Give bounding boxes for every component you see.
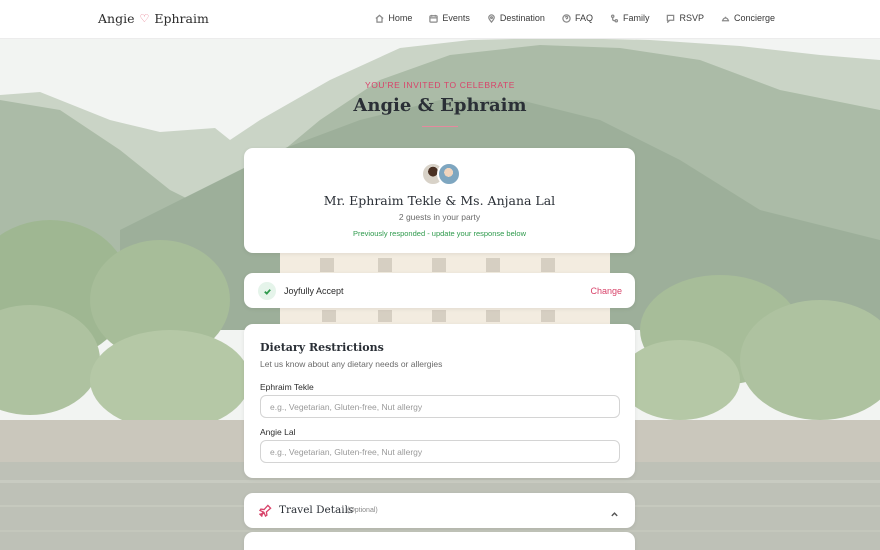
brand-name-left: Angie	[98, 11, 135, 26]
family-tree-icon	[610, 13, 619, 23]
travel-details-card[interactable]: Travel Details (Optional)	[244, 493, 635, 528]
concierge-bell-icon	[721, 16, 730, 21]
guest-party-name: Mr. Ephraim Tekle & Ms. Anjana Lal	[323, 193, 556, 208]
calendar-icon	[429, 14, 439, 23]
top-navigation-bar: Angie ♡ Ephraim Home Events Destination …	[0, 0, 880, 39]
heart-icon: ♡	[139, 12, 150, 25]
nav-item-rsvp[interactable]: RSVP	[666, 13, 704, 23]
brand-name-right: Ephraim	[154, 11, 209, 26]
travel-details-title: Travel Details	[279, 504, 354, 516]
nav-item-label: FAQ	[574, 13, 593, 23]
guest-1-dietary-input[interactable]	[260, 395, 620, 418]
response-status: Previously responded - update your respo…	[352, 229, 527, 238]
guest-1-label: Ephraim Tekle	[260, 382, 314, 392]
nav-item-faq[interactable]: FAQ	[562, 13, 593, 23]
nav-menu: Home Events Destination FAQ Family RSVP …	[375, 13, 775, 23]
change-response-button[interactable]: Change	[590, 286, 622, 296]
rsvp-response-card: Joyfully Accept Change	[244, 273, 635, 308]
nav-item-events[interactable]: Events	[429, 13, 470, 23]
help-circle-icon	[562, 13, 571, 23]
hero-divider	[422, 126, 458, 127]
nav-item-concierge[interactable]: Concierge	[721, 13, 775, 23]
nav-item-label: Home	[388, 13, 413, 23]
guest-avatars	[421, 162, 463, 188]
home-icon	[375, 14, 384, 23]
message-icon	[667, 14, 675, 23]
avatar	[437, 162, 461, 186]
dietary-restrictions-card: Dietary Restrictions Let us know about a…	[244, 324, 635, 478]
next-section-card	[244, 532, 635, 550]
dietary-subtitle: Let us know about any dietary needs or a…	[260, 359, 443, 369]
brand-logo[interactable]: Angie ♡ Ephraim	[98, 11, 209, 26]
check-icon	[258, 282, 276, 300]
chevron-up-icon[interactable]	[610, 506, 619, 517]
guest-party-card: Mr. Ephraim Tekle & Ms. Anjana Lal 2 gue…	[244, 148, 635, 253]
hero-title: Angie & Ephraim	[353, 95, 527, 116]
guest-count: 2 guests in your party	[398, 212, 481, 222]
hero-eyebrow: YOU'RE INVITED TO CELEBRATE	[364, 80, 516, 90]
nav-item-destination[interactable]: Destination	[487, 13, 545, 23]
nav-item-family[interactable]: Family	[610, 13, 650, 23]
nav-item-label: Destination	[499, 13, 545, 23]
nav-item-home[interactable]: Home	[375, 13, 412, 23]
response-label: Joyfully Accept	[284, 286, 344, 296]
guest-2-label: Angie Lal	[260, 427, 296, 437]
nav-item-label: Family	[622, 13, 650, 23]
optional-badge: (Optional)	[347, 507, 378, 514]
nav-item-label: RSVP	[679, 13, 704, 23]
nav-item-label: Events	[442, 13, 470, 23]
guest-2-dietary-input[interactable]	[260, 440, 620, 463]
nav-item-label: Concierge	[733, 13, 775, 23]
dietary-title: Dietary Restrictions	[260, 341, 384, 354]
map-pin-icon	[488, 13, 495, 23]
plane-icon	[258, 504, 272, 518]
